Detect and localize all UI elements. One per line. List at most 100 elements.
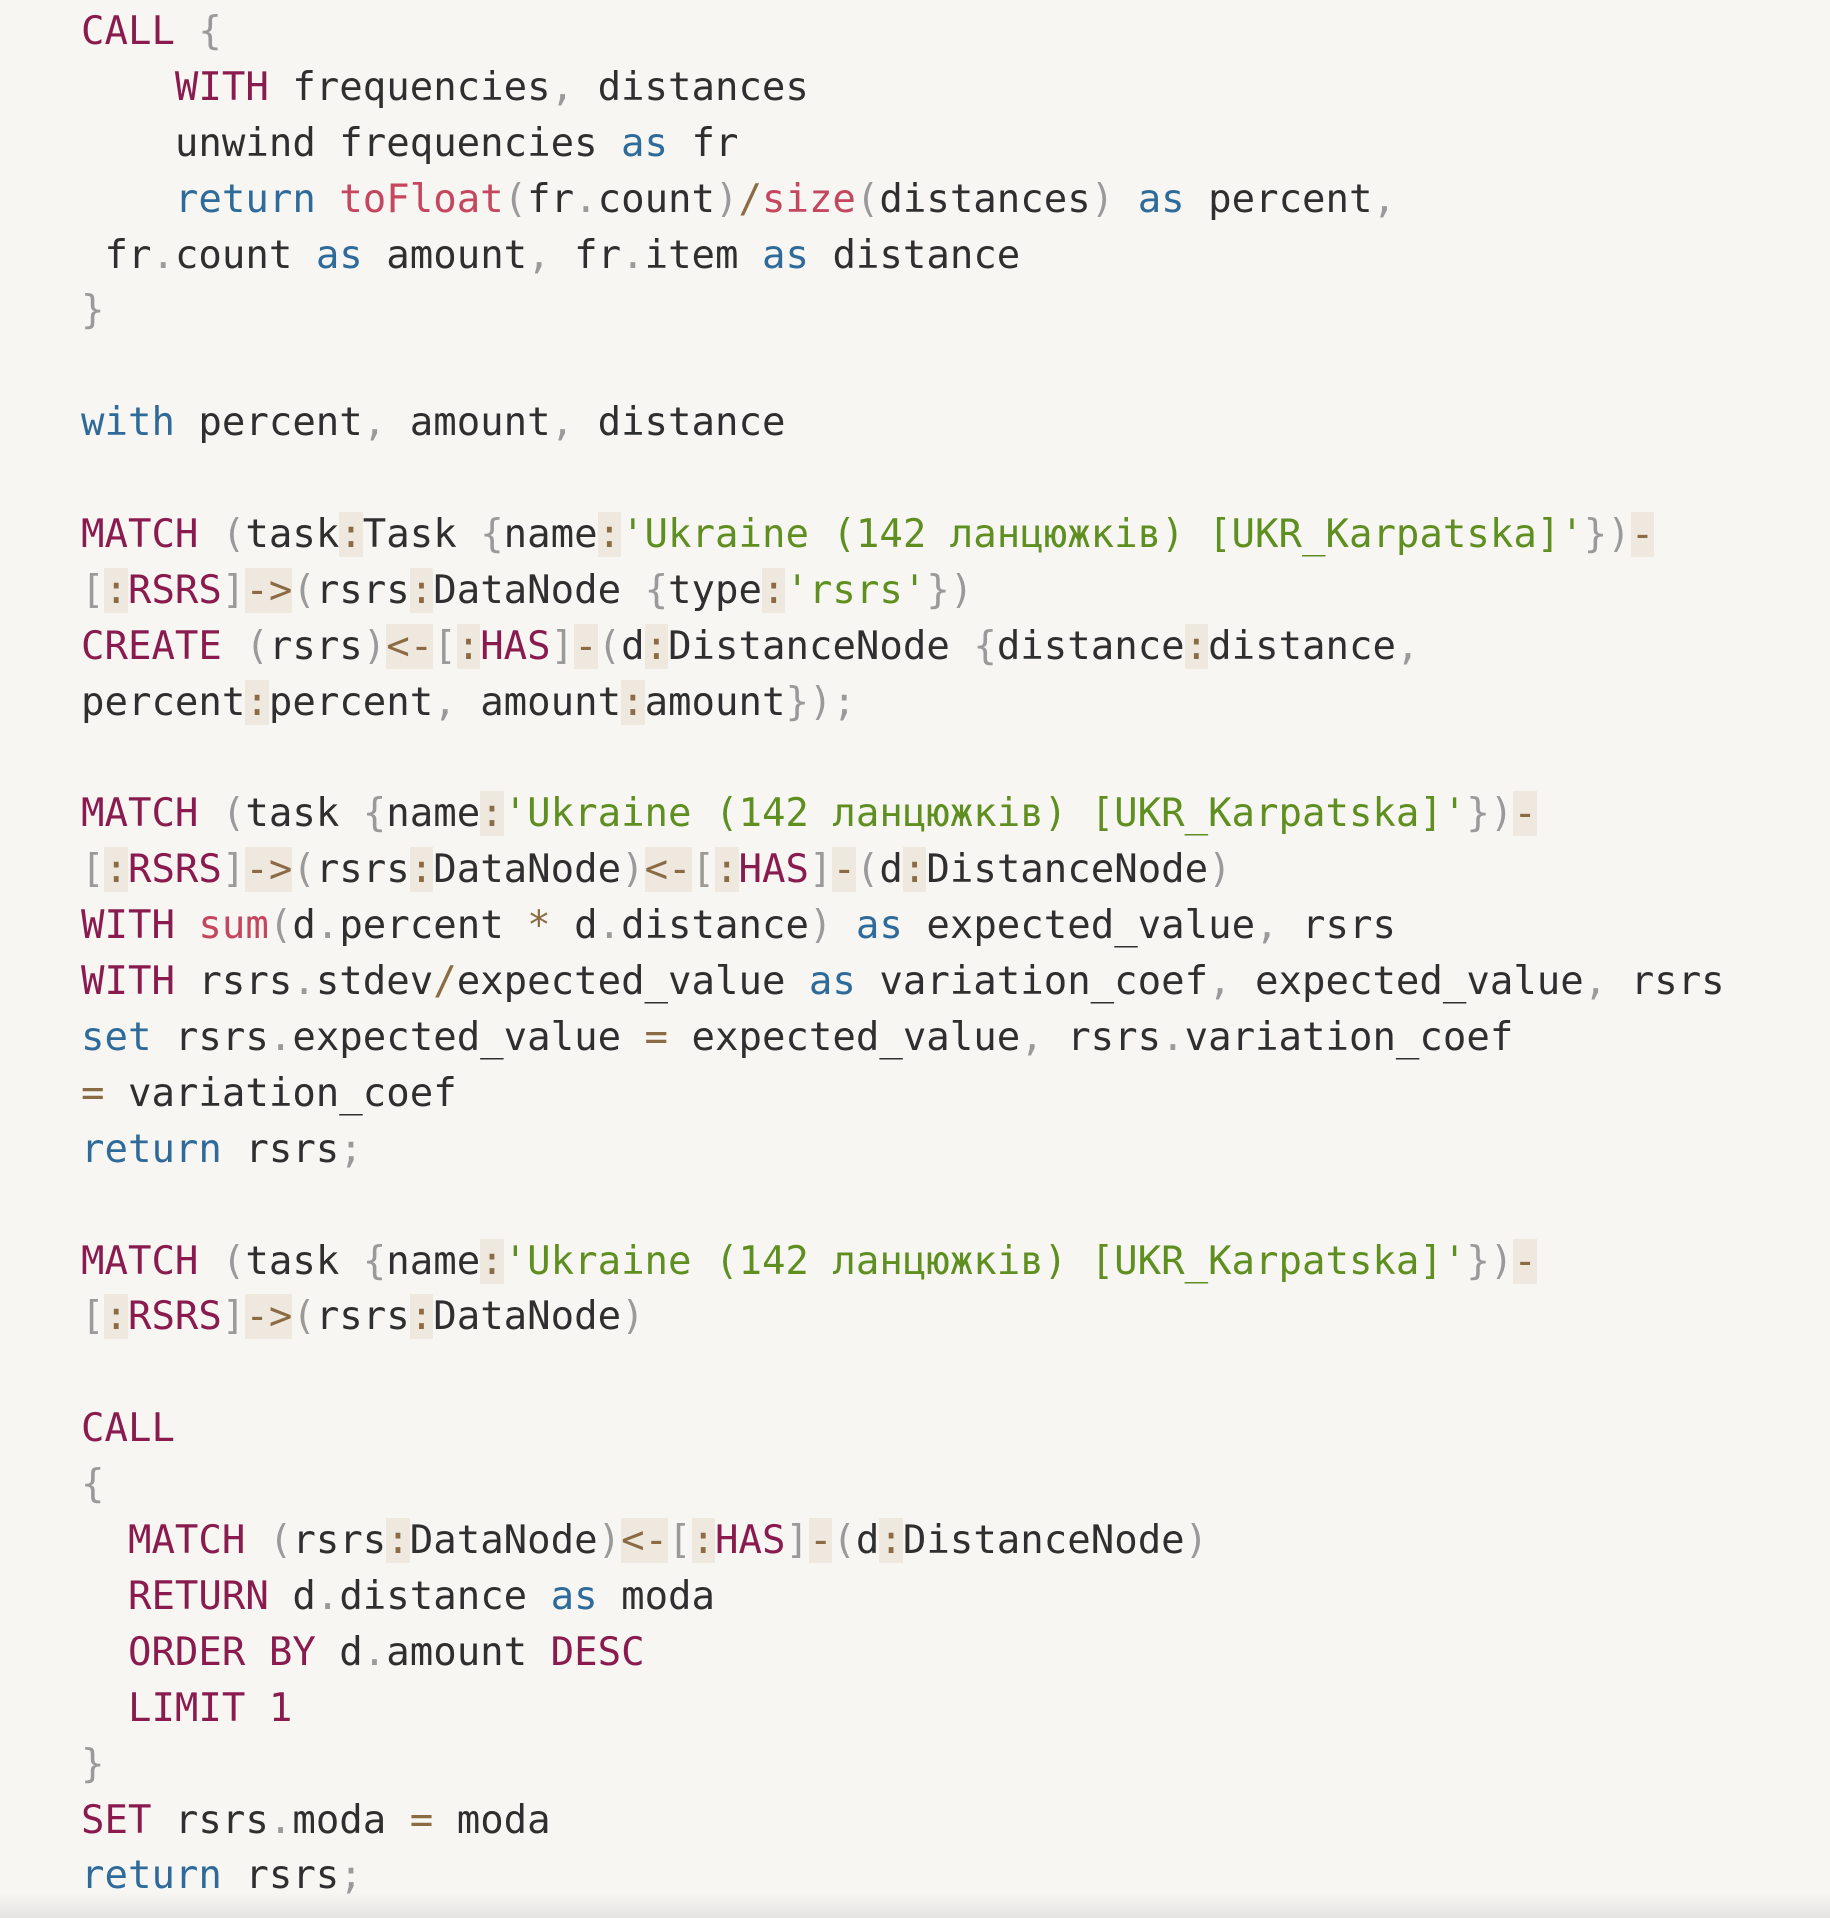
code-token: unwind frequencies xyxy=(81,120,622,166)
code-token: . xyxy=(574,176,598,222)
code-token: : xyxy=(480,1238,504,1284)
code-token: HAS xyxy=(715,1518,786,1564)
code-token: as xyxy=(808,959,856,1005)
code-token: return xyxy=(174,176,316,222)
code-line: [:RSRS]->(rsrs:DataNode)<-[:HAS]-(d:Dist… xyxy=(81,842,1725,898)
code-token: distance xyxy=(808,232,1021,278)
code-token: moda xyxy=(597,1573,716,1619)
code-token: ) xyxy=(1090,176,1115,222)
code-line: return toFloat(fr.count)/size(distances)… xyxy=(81,172,1725,228)
code-token: task xyxy=(245,1238,363,1284)
code-token: - xyxy=(1513,1238,1537,1284)
code-token: <- xyxy=(386,623,434,669)
code-token: - xyxy=(808,1518,833,1564)
code-token: -> xyxy=(245,1294,293,1340)
code-token: amount xyxy=(644,679,786,725)
code-token: d xyxy=(315,1629,363,1675)
code-token: - xyxy=(832,847,856,893)
code-token: as xyxy=(621,120,669,166)
code-token: percent xyxy=(81,679,246,725)
code-token: moda xyxy=(292,1797,410,1843)
code-token: } xyxy=(1583,512,1608,558)
code-token: stdev xyxy=(315,959,434,1005)
code-token: ) xyxy=(362,623,387,669)
code-token: WITH xyxy=(81,959,175,1005)
code-token: ( xyxy=(597,623,622,669)
code-token: expected_value xyxy=(456,959,809,1005)
code-line: set rsrs.expected_value = expected_value… xyxy=(81,1010,1725,1066)
code-token: name xyxy=(386,1238,481,1284)
code-token: d xyxy=(621,623,645,669)
code-token: set xyxy=(81,1015,152,1061)
code-token: : xyxy=(386,1518,410,1564)
code-token: / xyxy=(433,959,457,1005)
code-token: Task xyxy=(362,512,481,558)
code-token: rsrs xyxy=(315,847,410,893)
code-token: , xyxy=(1255,903,1279,949)
code-line: { xyxy=(81,1457,1725,1513)
code-token: : xyxy=(597,512,622,558)
code-token: distance xyxy=(574,400,786,446)
code-line: MATCH (task {name:'Ukraine (142 ланцюжкі… xyxy=(81,786,1725,842)
code-line: return rsrs; xyxy=(81,1122,1725,1178)
code-token: ( xyxy=(221,791,246,837)
code-token: 'rsrs' xyxy=(785,567,927,613)
code-token: d xyxy=(855,1518,880,1564)
code-line: MATCH (rsrs:DataNode)<-[:HAS]-(d:Distanc… xyxy=(81,1513,1725,1569)
code-line: CALL xyxy=(81,1401,1725,1457)
code-line: MATCH (task:Task {name:'Ukraine (142 лан… xyxy=(81,507,1725,563)
code-token: ( xyxy=(855,176,880,222)
code-line: CALL { xyxy=(81,4,1725,60)
code-token: count xyxy=(174,232,316,278)
code-token: percent xyxy=(174,400,363,446)
code-token: amount xyxy=(456,679,622,725)
code-token: distance xyxy=(339,1573,551,1619)
code-token: moda xyxy=(433,1797,551,1843)
code-token: : xyxy=(761,567,786,613)
code-token: 'Ukraine (142 ланцюжків) [UKR_Karpatska]… xyxy=(503,791,1467,837)
code-line: SET rsrs.moda = moda xyxy=(81,1793,1725,1849)
code-token: as xyxy=(315,232,363,278)
code-token: ) xyxy=(715,176,739,222)
code-token: rsrs xyxy=(151,1015,269,1061)
code-token: fr xyxy=(527,176,575,222)
code-token: . xyxy=(315,1573,340,1619)
code-token: , xyxy=(527,232,551,278)
code-token: RSRS xyxy=(127,567,222,613)
code-token: [ xyxy=(81,847,105,893)
code-token: ) xyxy=(597,1518,622,1564)
code-token: task xyxy=(245,791,363,837)
code-token: d xyxy=(268,1573,316,1619)
code-line: percent:percent, amount:amount}); xyxy=(81,675,1725,731)
code-token: RSRS xyxy=(127,847,222,893)
code-token: <- xyxy=(644,847,692,893)
code-token: { xyxy=(644,567,669,613)
code-token: rsrs xyxy=(1278,903,1396,949)
code-token: expected_value xyxy=(292,1015,645,1061)
code-line: WITH sum(d.percent * d.distance) as expe… xyxy=(81,898,1725,954)
code-token: : xyxy=(691,1518,716,1564)
code-token: : xyxy=(644,623,669,669)
code-line: LIMIT 1 xyxy=(81,1681,1725,1737)
code-token: CALL xyxy=(81,9,175,54)
code-token: DESC xyxy=(550,1629,645,1675)
code-token: : xyxy=(879,1518,903,1564)
code-token: as xyxy=(1137,176,1185,222)
code-token: WITH xyxy=(174,64,269,110)
code-token: ; xyxy=(339,1126,363,1172)
code-token: } xyxy=(81,1741,105,1787)
code-token: [ xyxy=(691,847,716,893)
code-token: ( xyxy=(221,1238,246,1284)
